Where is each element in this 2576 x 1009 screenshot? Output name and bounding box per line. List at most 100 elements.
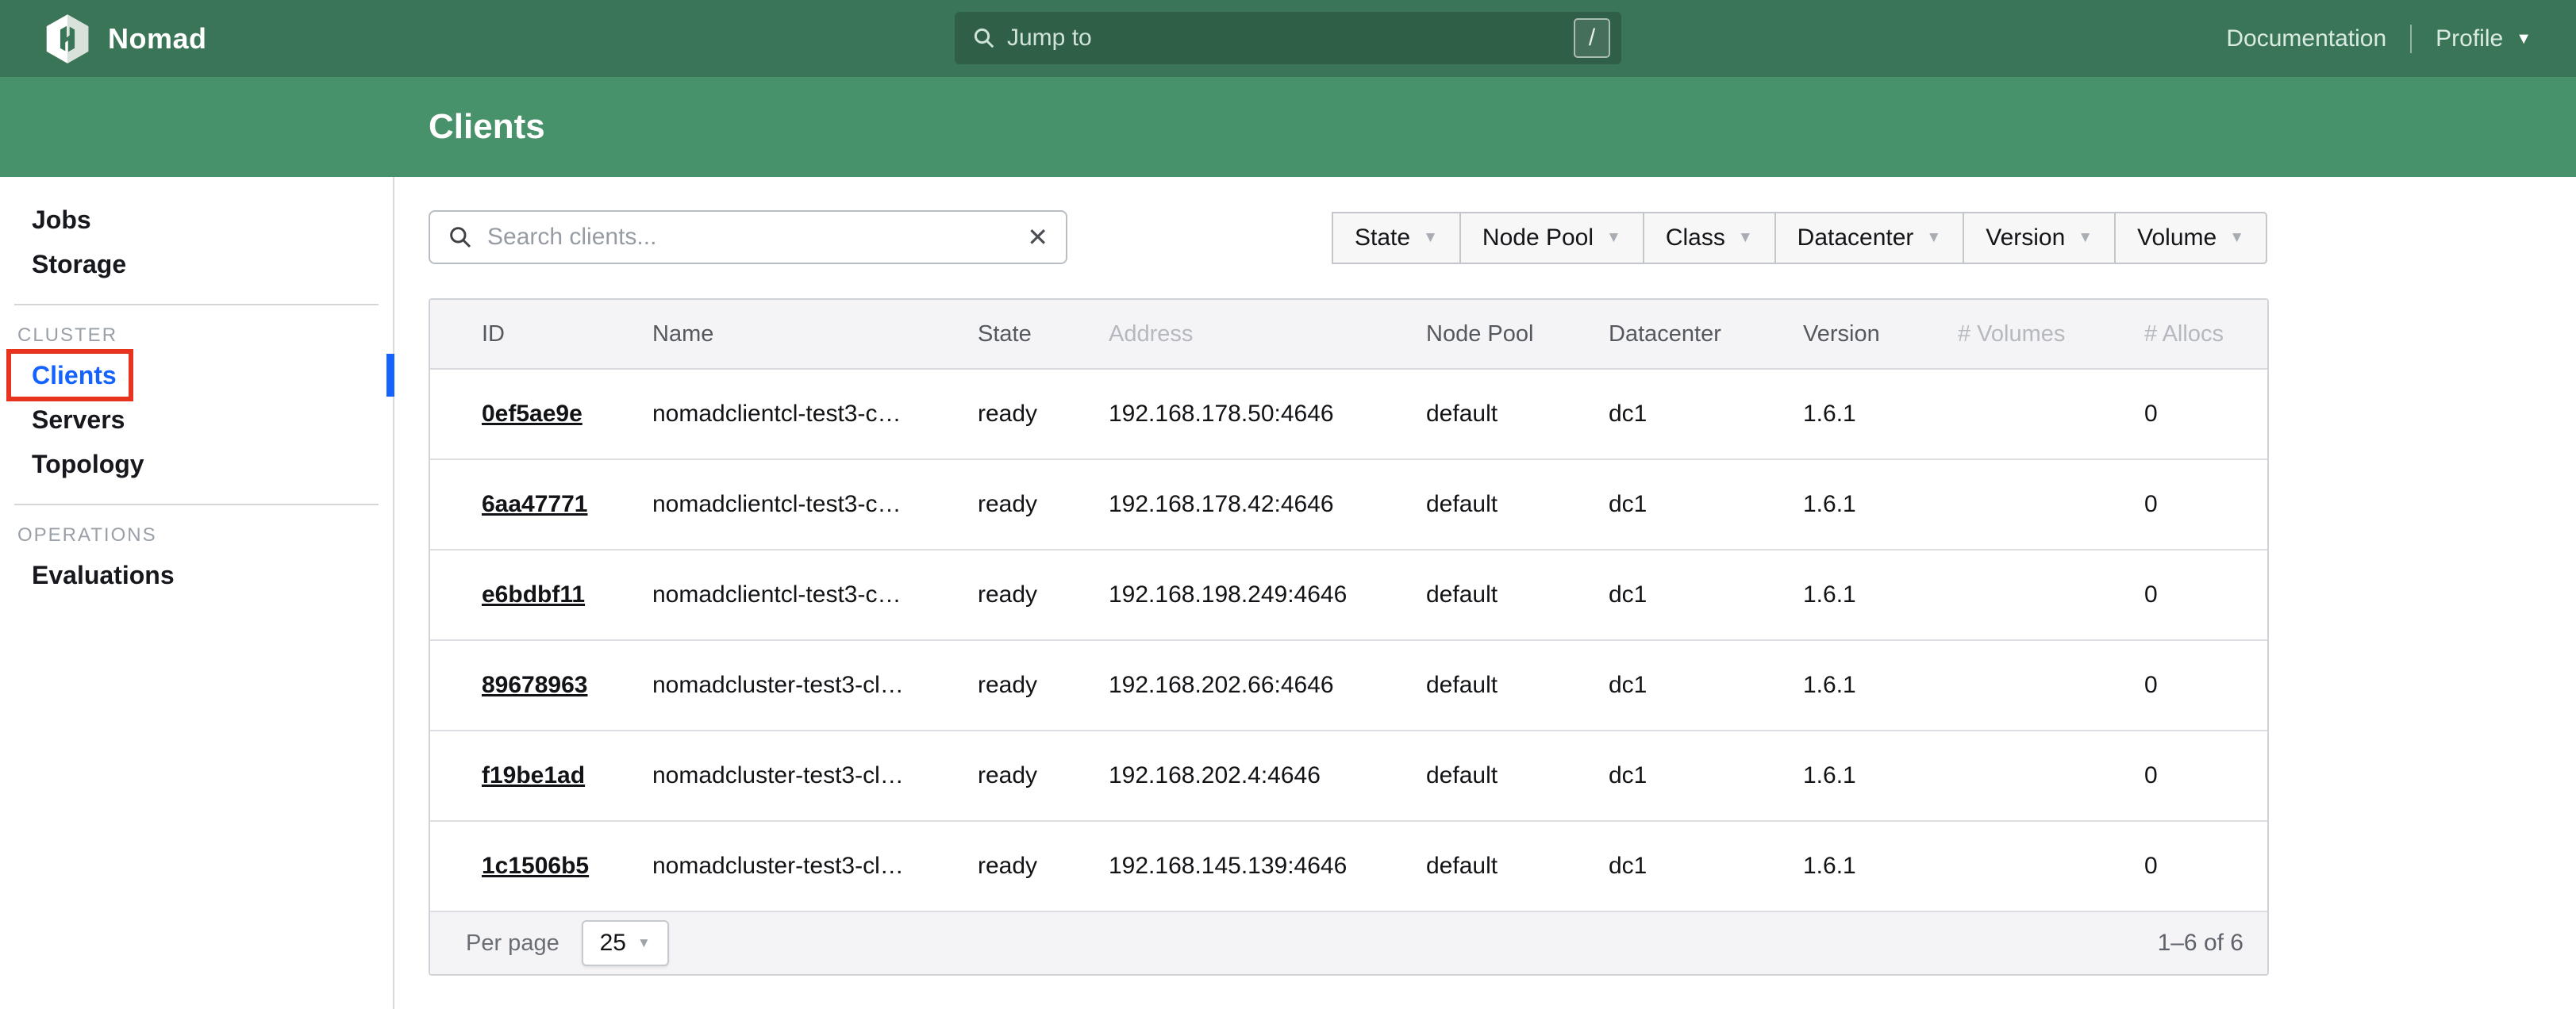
- column-header-volumes: # Volumes: [1942, 321, 2128, 347]
- column-header-allocs: # Allocs: [2128, 321, 2267, 347]
- column-header-version[interactable]: Version: [1787, 321, 1942, 347]
- client-name: nomadclientcl-test3-c…: [636, 491, 962, 518]
- client-datacenter: dc1: [1593, 762, 1787, 789]
- client-state: ready: [962, 853, 1093, 880]
- per-page-label: Per page: [466, 930, 559, 957]
- documentation-link[interactable]: Documentation: [2226, 25, 2386, 52]
- client-id-link[interactable]: f19be1ad: [482, 762, 585, 788]
- client-datacenter: dc1: [1593, 672, 1787, 699]
- column-header-address: Address: [1093, 321, 1410, 347]
- jump-to-search[interactable]: Jump to /: [955, 12, 1621, 64]
- page-header: Clients: [0, 77, 2576, 177]
- jump-to-placeholder: Jump to: [1007, 25, 1574, 52]
- nomad-clients-page: Nomad Jump to / Documentation Profile ▼ …: [0, 0, 2576, 1009]
- per-page-select[interactable]: 25 ▼: [582, 920, 669, 966]
- active-item-indicator: [386, 354, 394, 397]
- client-state: ready: [962, 672, 1093, 699]
- client-address: 192.168.202.4:4646: [1093, 762, 1410, 789]
- nomad-logo-icon: [44, 13, 90, 64]
- client-id-link[interactable]: 1c1506b5: [482, 853, 589, 879]
- client-address: 192.168.178.42:4646: [1093, 491, 1410, 518]
- client-state: ready: [962, 401, 1093, 428]
- filter-dropdown[interactable]: State ▼: [1332, 212, 1461, 264]
- client-name: nomadcluster-test3-cl…: [636, 762, 962, 789]
- chevron-down-icon: ▼: [2229, 229, 2244, 247]
- search-icon: [448, 224, 473, 250]
- table-row[interactable]: e6bdbf11 nomadclientcl-test3-c… ready 19…: [430, 551, 2267, 641]
- client-allocs: 0: [2128, 401, 2267, 428]
- client-name: nomadcluster-test3-cl…: [636, 672, 962, 699]
- client-id-link[interactable]: e6bdbf11: [482, 581, 585, 608]
- chevron-down-icon: ▼: [2516, 31, 2532, 47]
- brand-name: Nomad: [108, 22, 207, 56]
- slash-shortcut-badge: /: [1574, 18, 1610, 58]
- table-body: 0ef5ae9e nomadclientcl-test3-c… ready 19…: [430, 370, 2267, 912]
- client-node-pool: default: [1410, 581, 1593, 608]
- client-allocs: 0: [2128, 672, 2267, 699]
- sidebar-item-topology[interactable]: Topology: [0, 442, 393, 486]
- client-state: ready: [962, 581, 1093, 608]
- client-id-link[interactable]: 89678963: [482, 672, 587, 698]
- table-header-row: ID Name State Address Node Pool Datacent…: [430, 300, 2267, 370]
- clear-search-icon[interactable]: ✕: [1027, 224, 1048, 250]
- client-node-pool: default: [1410, 672, 1593, 699]
- chevron-down-icon: ▼: [637, 935, 651, 951]
- nomad-home-link[interactable]: Nomad: [44, 13, 207, 64]
- sidebar-item-storage[interactable]: Storage: [0, 242, 393, 286]
- filter-bar: State ▼ Node Pool ▼ Class ▼ Datacenter ▼: [1333, 212, 2267, 264]
- filter-dropdown[interactable]: Version ▼: [1963, 212, 2116, 264]
- client-node-pool: default: [1410, 853, 1593, 880]
- sidebar-item-jobs[interactable]: Jobs: [0, 198, 393, 242]
- sidebar-divider: [14, 304, 379, 305]
- filter-dropdown[interactable]: Node Pool ▼: [1459, 212, 1644, 264]
- client-node-pool: default: [1410, 491, 1593, 518]
- client-name: nomadclientcl-test3-c…: [636, 581, 962, 608]
- column-header-name[interactable]: Name: [636, 321, 962, 347]
- column-header-state[interactable]: State: [962, 321, 1093, 347]
- filter-dropdown[interactable]: Class ▼: [1643, 212, 1776, 264]
- column-header-datacenter[interactable]: Datacenter: [1593, 321, 1787, 347]
- client-state: ready: [962, 762, 1093, 789]
- client-allocs: 0: [2128, 491, 2267, 518]
- client-node-pool: default: [1410, 401, 1593, 428]
- client-version: 1.6.1: [1787, 581, 1942, 608]
- top-nav-right: Documentation Profile ▼: [2226, 0, 2532, 77]
- column-header-id[interactable]: ID: [430, 321, 636, 347]
- client-id-link[interactable]: 6aa47771: [482, 491, 587, 517]
- sidebar-section-operations: OPERATIONS: [0, 518, 393, 553]
- client-datacenter: dc1: [1593, 581, 1787, 608]
- column-header-node-pool[interactable]: Node Pool: [1410, 321, 1593, 347]
- client-version: 1.6.1: [1787, 853, 1942, 880]
- client-id-link[interactable]: 0ef5ae9e: [482, 401, 582, 427]
- table-row[interactable]: 89678963 nomadcluster-test3-cl… ready 19…: [430, 641, 2267, 731]
- sidebar-section-cluster: CLUSTER: [0, 318, 393, 353]
- table-row[interactable]: f19be1ad nomadcluster-test3-cl… ready 19…: [430, 731, 2267, 822]
- chevron-down-icon: ▼: [1926, 229, 1941, 247]
- page-title: Clients: [429, 107, 545, 147]
- filter-dropdown[interactable]: Datacenter ▼: [1774, 212, 1965, 264]
- client-allocs: 0: [2128, 581, 2267, 608]
- search-clients-input[interactable]: [487, 224, 1027, 251]
- filter-dropdown[interactable]: Volume ▼: [2114, 212, 2267, 264]
- sidebar-item-evaluations[interactable]: Evaluations: [0, 553, 393, 597]
- table-footer: Per page 25 ▼ 1–6 of 6: [430, 912, 2267, 974]
- chevron-down-icon: ▼: [1606, 229, 1621, 247]
- client-version: 1.6.1: [1787, 401, 1942, 428]
- profile-label: Profile: [2436, 25, 2503, 52]
- main-content: ✕ State ▼ Node Pool ▼ Class ▼: [394, 177, 2576, 1009]
- table-row[interactable]: 6aa47771 nomadclientcl-test3-c… ready 19…: [430, 460, 2267, 551]
- sidebar-divider: [14, 504, 379, 505]
- client-datacenter: dc1: [1593, 401, 1787, 428]
- profile-menu[interactable]: Profile ▼: [2436, 25, 2532, 52]
- pagination-range: 1–6 of 6: [2158, 930, 2243, 957]
- table-row[interactable]: 1c1506b5 nomadcluster-test3-cl… ready 19…: [430, 822, 2267, 912]
- client-node-pool: default: [1410, 762, 1593, 789]
- table-row[interactable]: 0ef5ae9e nomadclientcl-test3-c… ready 19…: [430, 370, 2267, 460]
- sidebar-item-clients[interactable]: Clients: [0, 353, 393, 397]
- client-version: 1.6.1: [1787, 762, 1942, 789]
- sidebar-item-servers[interactable]: Servers: [0, 397, 393, 442]
- client-address: 192.168.178.50:4646: [1093, 401, 1410, 428]
- client-datacenter: dc1: [1593, 853, 1787, 880]
- clients-table: ID Name State Address Node Pool Datacent…: [429, 298, 2269, 976]
- client-allocs: 0: [2128, 762, 2267, 789]
